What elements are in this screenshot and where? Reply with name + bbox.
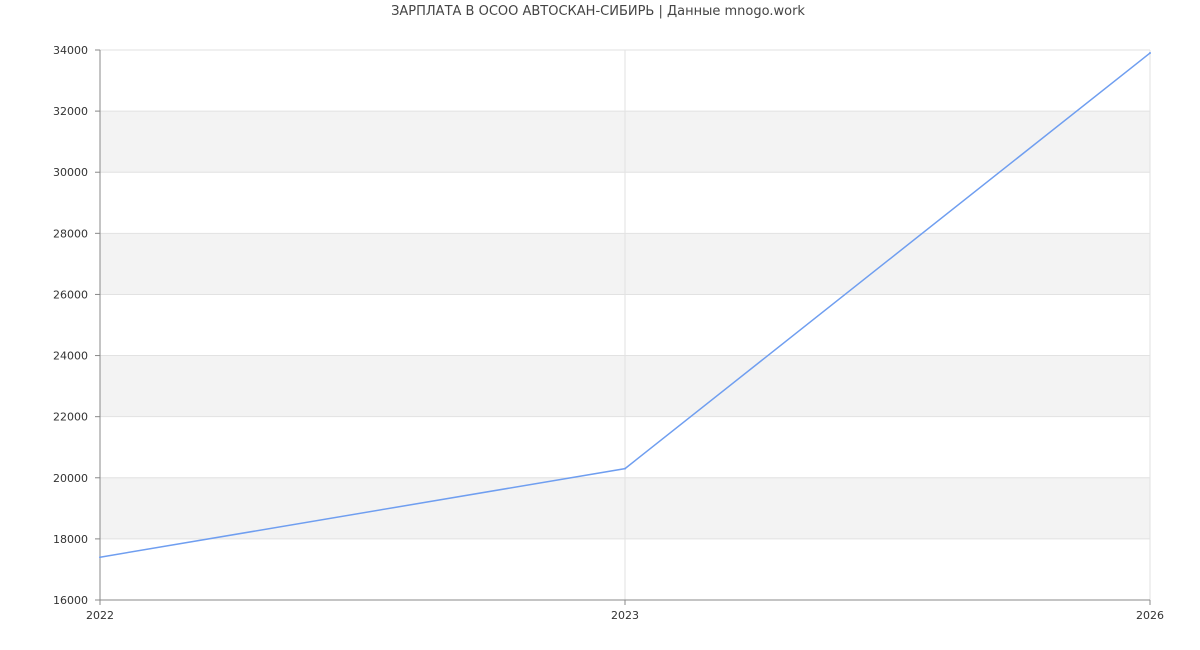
y-tick-label: 26000 [53, 288, 88, 301]
x-tick-label: 2023 [611, 609, 639, 622]
y-tick-label: 34000 [53, 44, 88, 57]
y-tick-label: 24000 [53, 350, 88, 363]
y-tick-label: 16000 [53, 594, 88, 607]
y-tick-label: 30000 [53, 166, 88, 179]
x-tick-label: 2026 [1136, 609, 1164, 622]
y-tick-label: 32000 [53, 105, 88, 118]
y-tick-label: 22000 [53, 411, 88, 424]
data-point [624, 467, 626, 470]
line-chart: 16000 18000 20000 22000 24000 26000 28000 30000… [53, 44, 1164, 622]
data-point [1149, 52, 1151, 55]
y-tick-label: 20000 [53, 472, 88, 485]
y-tick-label: 28000 [53, 227, 88, 240]
data-point [99, 556, 101, 559]
x-tick-label: 2022 [86, 609, 114, 622]
y-tick-label: 18000 [53, 533, 88, 546]
